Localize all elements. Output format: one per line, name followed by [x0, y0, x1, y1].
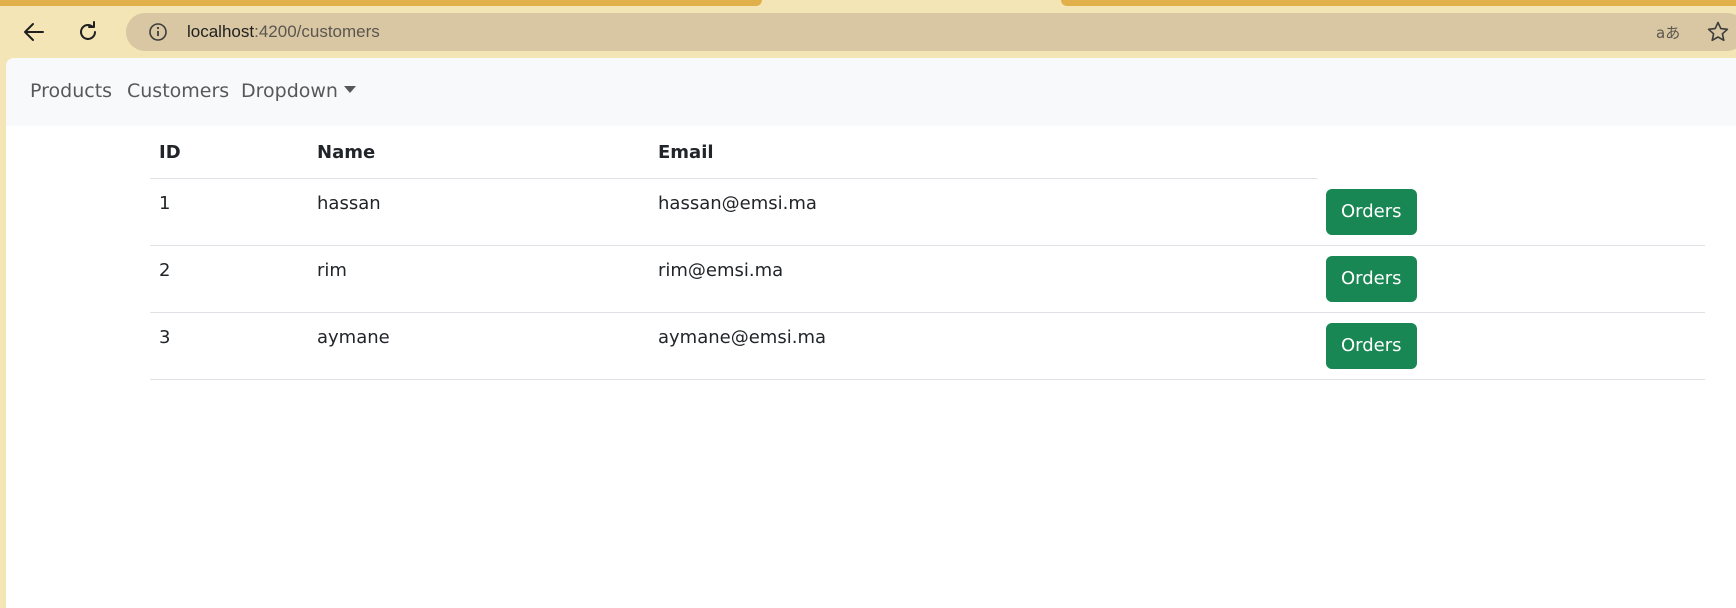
reload-icon: [80, 21, 96, 40]
translate-icon[interactable]: aあ: [1656, 22, 1686, 42]
nav-dropdown[interactable]: Dropdown: [241, 80, 356, 102]
cell-name: hassan: [308, 178, 649, 246]
cell-actions: Orders: [1317, 178, 1705, 246]
cell-id: 1: [150, 178, 308, 246]
url-text[interactable]: localhost:4200/customers: [187, 22, 380, 42]
nav-dropdown-label: Dropdown: [241, 80, 338, 102]
url-host: localhost: [187, 22, 255, 41]
page-viewport: Products Customers Dropdown ID Name Emai…: [6, 58, 1736, 608]
table-row: 2 rim rim@emsi.ma Orders: [150, 245, 1705, 313]
cell-id: 3: [150, 312, 308, 380]
table-row: 3 aymane aymane@emsi.ma Orders: [150, 312, 1705, 380]
info-icon[interactable]: [148, 22, 168, 42]
header-name: Name: [308, 126, 649, 179]
arrow-left-icon: [24, 23, 44, 41]
cell-name: rim: [308, 245, 649, 313]
address-bar[interactable]: localhost:4200/customers aあ: [126, 13, 1736, 51]
table-header-row: ID Name Email: [150, 126, 1705, 179]
header-email: Email: [649, 126, 1317, 179]
cell-actions: Orders: [1317, 312, 1705, 380]
star-icon[interactable]: [1706, 20, 1730, 44]
cell-id: 2: [150, 245, 308, 313]
back-button[interactable]: [17, 15, 51, 49]
url-path: :4200/customers: [254, 22, 380, 41]
cell-email: rim@emsi.ma: [649, 245, 1317, 313]
cell-email: hassan@emsi.ma: [649, 178, 1317, 246]
caret-down-icon: [343, 86, 356, 93]
header-id: ID: [150, 126, 308, 179]
orders-button[interactable]: Orders: [1326, 256, 1417, 302]
table-row: 1 hassan hassan@emsi.ma Orders: [150, 178, 1705, 246]
reload-button[interactable]: [71, 15, 105, 49]
cell-name: aymane: [308, 312, 649, 380]
orders-button[interactable]: Orders: [1326, 323, 1417, 369]
header-actions: [1317, 126, 1705, 179]
cell-email: aymane@emsi.ma: [649, 312, 1317, 380]
nav-link-customers[interactable]: Customers: [127, 80, 229, 102]
cell-actions: Orders: [1317, 245, 1705, 313]
navbar: Products Customers Dropdown: [6, 58, 1736, 126]
nav-link-products[interactable]: Products: [30, 80, 112, 102]
browser-toolbar: localhost:4200/customers aあ: [0, 6, 1736, 58]
customers-table: ID Name Email 1 hassan hassan@emsi.ma Or…: [150, 126, 1705, 380]
orders-button[interactable]: Orders: [1326, 188, 1417, 235]
